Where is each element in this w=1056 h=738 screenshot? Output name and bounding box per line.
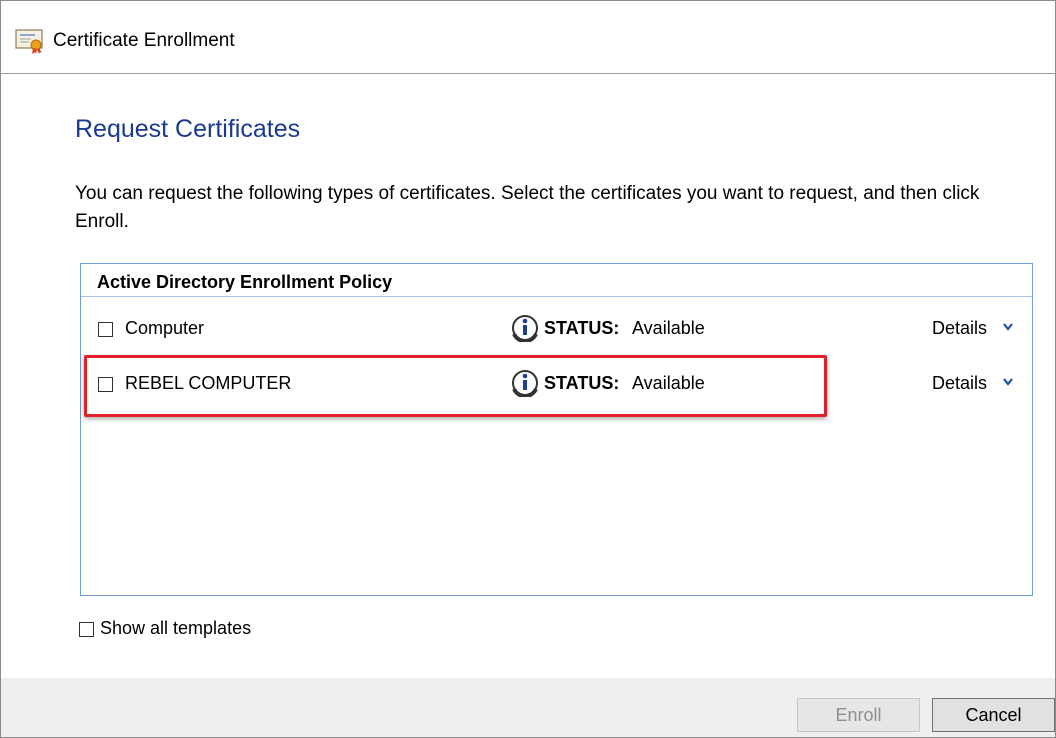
page-description: You can request the following types of c… [75, 183, 980, 232]
cancel-button[interactable]: Cancel [932, 698, 1055, 732]
certificate-list: Active Directory Enrollment Policy Compu… [80, 263, 1033, 596]
show-all-checkbox[interactable] [79, 622, 94, 637]
details-link[interactable]: Details [932, 373, 987, 394]
certificate-enrollment-window: Certificate Enrollment Request Certifica… [0, 0, 1056, 738]
title-bar: Certificate Enrollment [1, 1, 1055, 74]
page-heading: Request Certificates [75, 115, 301, 143]
policy-group-header: Active Directory Enrollment Policy [81, 264, 1032, 297]
window-title: Certificate Enrollment [53, 30, 235, 51]
policy-title: Active Directory Enrollment Policy [97, 272, 393, 292]
button-bar: Enroll Cancel [1, 678, 1055, 737]
show-all-label: Show all templates [100, 618, 252, 638]
info-status-icon [512, 315, 538, 342]
computer-checkbox[interactable] [98, 322, 113, 337]
highlight-box [84, 355, 827, 417]
status-key: STATUS: [544, 318, 620, 338]
chevron-down-icon[interactable] [1003, 378, 1013, 386]
enroll-button[interactable]: Enroll [797, 698, 920, 732]
certificate-row-computer[interactable]: Computer STATUS: Available Details [81, 308, 1032, 348]
chevron-down-icon[interactable] [1003, 323, 1013, 331]
status-value: Available [632, 318, 705, 338]
certificate-label: Computer [125, 318, 205, 338]
certificate-icon [15, 29, 43, 54]
details-link[interactable]: Details [932, 318, 987, 339]
